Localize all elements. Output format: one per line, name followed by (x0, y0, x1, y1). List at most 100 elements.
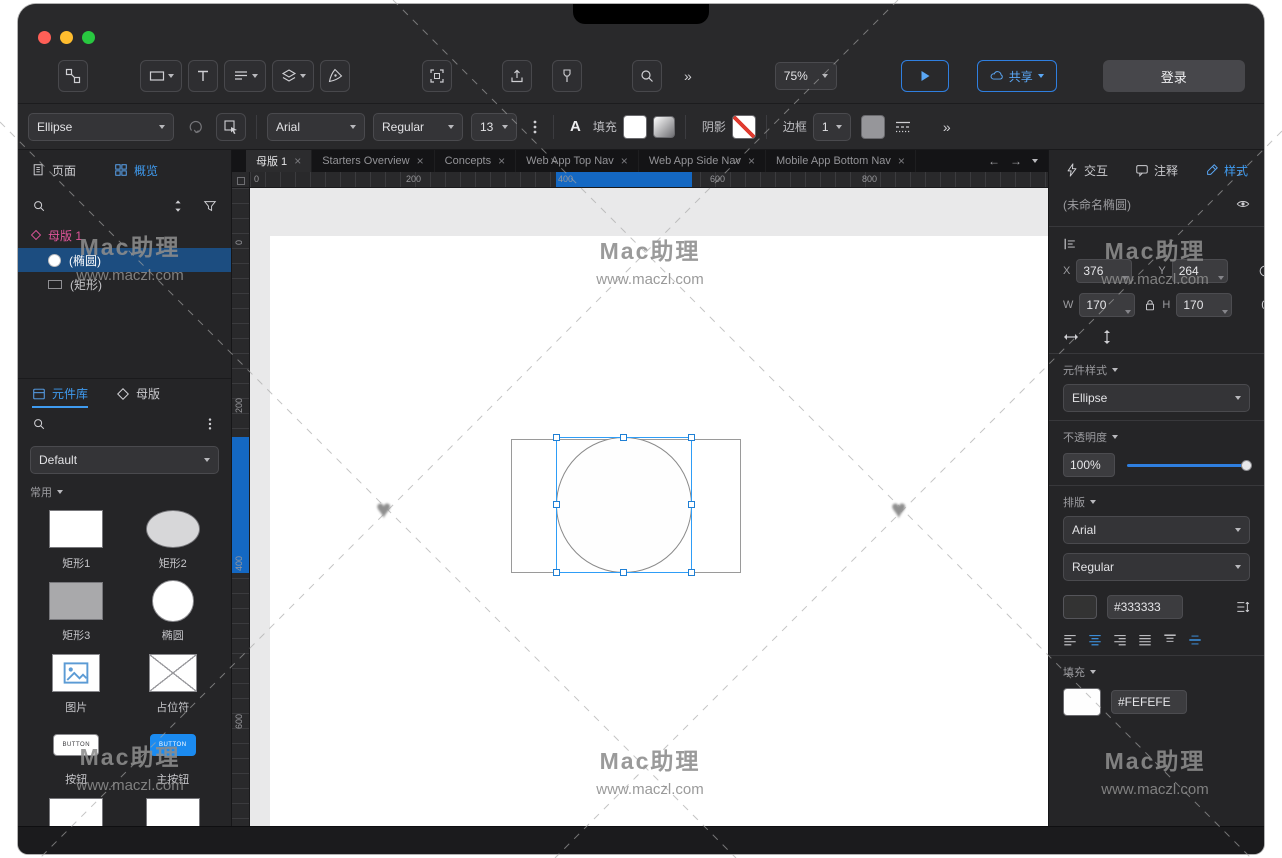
widget-style-section-header[interactable]: 元件样式 (1049, 362, 1264, 378)
widget-style-select[interactable]: Ellipse (1063, 384, 1250, 412)
y-input[interactable]: 264 (1172, 259, 1228, 283)
align-center-icon[interactable] (1088, 633, 1102, 647)
zoom-window-button[interactable] (82, 31, 95, 44)
resize-handle-s[interactable] (620, 569, 627, 576)
export-button[interactable] (502, 60, 532, 92)
tab-pages[interactable]: 页面 (32, 162, 76, 179)
zoom-area-button[interactable] (632, 60, 662, 92)
text-color-button[interactable]: A (564, 118, 587, 135)
x-input[interactable]: 376 (1076, 259, 1132, 283)
close-icon[interactable]: × (898, 155, 905, 167)
filter-icon[interactable] (203, 199, 217, 213)
opacity-section-header[interactable]: 不透明度 (1049, 429, 1264, 445)
lock-aspect-icon[interactable] (1143, 298, 1157, 312)
component-partial[interactable] (125, 796, 222, 826)
text-tool-button[interactable] (188, 60, 218, 92)
align-justify-icon[interactable] (1138, 633, 1152, 647)
opacity-slider[interactable] (1127, 464, 1250, 467)
resize-handle-ne[interactable] (688, 434, 695, 441)
resize-handle-e[interactable] (688, 501, 695, 508)
more-options-icon[interactable] (527, 119, 543, 135)
pen-tool-button[interactable] (320, 60, 350, 92)
tab-interactions[interactable]: 交互 (1065, 162, 1108, 179)
line-height-icon[interactable] (1236, 600, 1250, 614)
rotation-icon[interactable] (1258, 264, 1264, 278)
share-button[interactable]: 共享 (977, 60, 1057, 92)
toolbar-overflow-button[interactable]: » (680, 68, 697, 84)
component-ellipse[interactable]: 椭圆 (125, 580, 222, 644)
fill-gradient-button[interactable] (653, 116, 675, 138)
tab-masters[interactable]: 母版 (116, 379, 160, 408)
library-section-header[interactable]: 常用 (18, 480, 231, 504)
distribute-icon[interactable] (1063, 237, 1077, 251)
typography-section-header[interactable]: 排版 (1049, 494, 1264, 510)
close-icon[interactable]: × (294, 155, 301, 167)
stepper-icon[interactable] (1125, 310, 1131, 314)
sort-icon[interactable] (171, 199, 185, 213)
preview-button[interactable] (901, 60, 949, 92)
fill-color-swatch[interactable] (623, 115, 647, 139)
align-top-icon[interactable] (1163, 633, 1177, 647)
design-canvas[interactable] (250, 188, 1048, 826)
flip-horizontal-icon[interactable] (1063, 329, 1079, 345)
component-button[interactable]: BUTTON 按钮 (28, 724, 125, 788)
library-select[interactable]: Default (30, 446, 219, 474)
tab-web-app-top-nav[interactable]: Web App Top Nav × (516, 150, 639, 172)
slider-handle[interactable] (1241, 460, 1252, 471)
tree-item-rectangle[interactable]: (矩形) (18, 272, 231, 296)
masters-group-row[interactable]: 母版 1 (18, 222, 231, 248)
tab-starters-overview[interactable]: Starters Overview × (312, 150, 434, 172)
font-size-select[interactable]: 13 (471, 113, 517, 141)
fill-color-swatch[interactable] (1063, 688, 1101, 716)
tab-web-app-side-nav[interactable]: Web App Side Nav × (639, 150, 766, 172)
resize-handle-w[interactable] (553, 501, 560, 508)
layers-tool-button[interactable] (272, 60, 314, 92)
format-bar-overflow-button[interactable]: » (939, 119, 956, 135)
font-color-input[interactable]: #333333 (1107, 595, 1183, 619)
component-rect1[interactable]: 矩形1 (28, 508, 125, 572)
horizontal-ruler[interactable]: 0 200 400 600 800 (250, 172, 1048, 187)
close-window-button[interactable] (38, 31, 51, 44)
zoom-level-select[interactable]: 75% (775, 62, 837, 90)
stepper-icon[interactable] (1122, 276, 1128, 280)
resize-handle-se[interactable] (688, 569, 695, 576)
transform-tool-button[interactable] (422, 60, 452, 92)
widget-style-select[interactable]: Ellipse (28, 113, 174, 141)
eye-icon[interactable] (1236, 197, 1250, 211)
close-icon[interactable]: × (621, 155, 628, 167)
back-icon[interactable]: ← (988, 154, 1000, 168)
border-width-select[interactable]: 1 (813, 113, 851, 141)
fill-section-header[interactable]: 填充 (1049, 664, 1264, 680)
font-family-select[interactable]: Arial (267, 113, 365, 141)
width-input[interactable]: 170 (1079, 293, 1135, 317)
shape-tool-button[interactable] (140, 60, 182, 92)
search-icon[interactable] (32, 199, 46, 213)
tree-item-ellipse[interactable]: (椭圆) (18, 248, 231, 272)
minimize-window-button[interactable] (60, 31, 73, 44)
pointer-mode-button[interactable] (216, 113, 246, 141)
list-tool-button[interactable] (224, 60, 266, 92)
login-button[interactable]: 登录 (1103, 60, 1245, 92)
tab-concepts[interactable]: Concepts × (435, 150, 517, 172)
close-icon[interactable]: × (417, 155, 424, 167)
stepper-icon[interactable] (1222, 310, 1228, 314)
ruler-origin-button[interactable] (232, 172, 250, 188)
tab-overview[interactable]: 概览 (114, 162, 158, 179)
resize-handle-nw[interactable] (553, 434, 560, 441)
tab-component-library[interactable]: 元件库 (32, 379, 88, 408)
font-family-select[interactable]: Arial (1063, 516, 1250, 544)
tab-master-1[interactable]: 母版 1 × (246, 150, 312, 172)
height-input[interactable]: 170 (1176, 293, 1232, 317)
align-right-icon[interactable] (1113, 633, 1127, 647)
search-icon[interactable] (32, 417, 46, 431)
opacity-input[interactable]: 100% (1063, 453, 1115, 477)
align-left-icon[interactable] (1063, 633, 1077, 647)
font-weight-select[interactable]: Regular (373, 113, 463, 141)
resize-handle-sw[interactable] (553, 569, 560, 576)
fill-color-input[interactable]: #FEFEFE (1111, 690, 1187, 714)
component-placeholder[interactable]: 占位符 (125, 652, 222, 716)
close-icon[interactable]: × (748, 155, 755, 167)
tab-list-icon[interactable] (1032, 159, 1038, 163)
tab-mobile-app-bottom-nav[interactable]: Mobile App Bottom Nav × (766, 150, 916, 172)
component-primary-button[interactable]: BUTTON 主按钮 (125, 724, 222, 788)
